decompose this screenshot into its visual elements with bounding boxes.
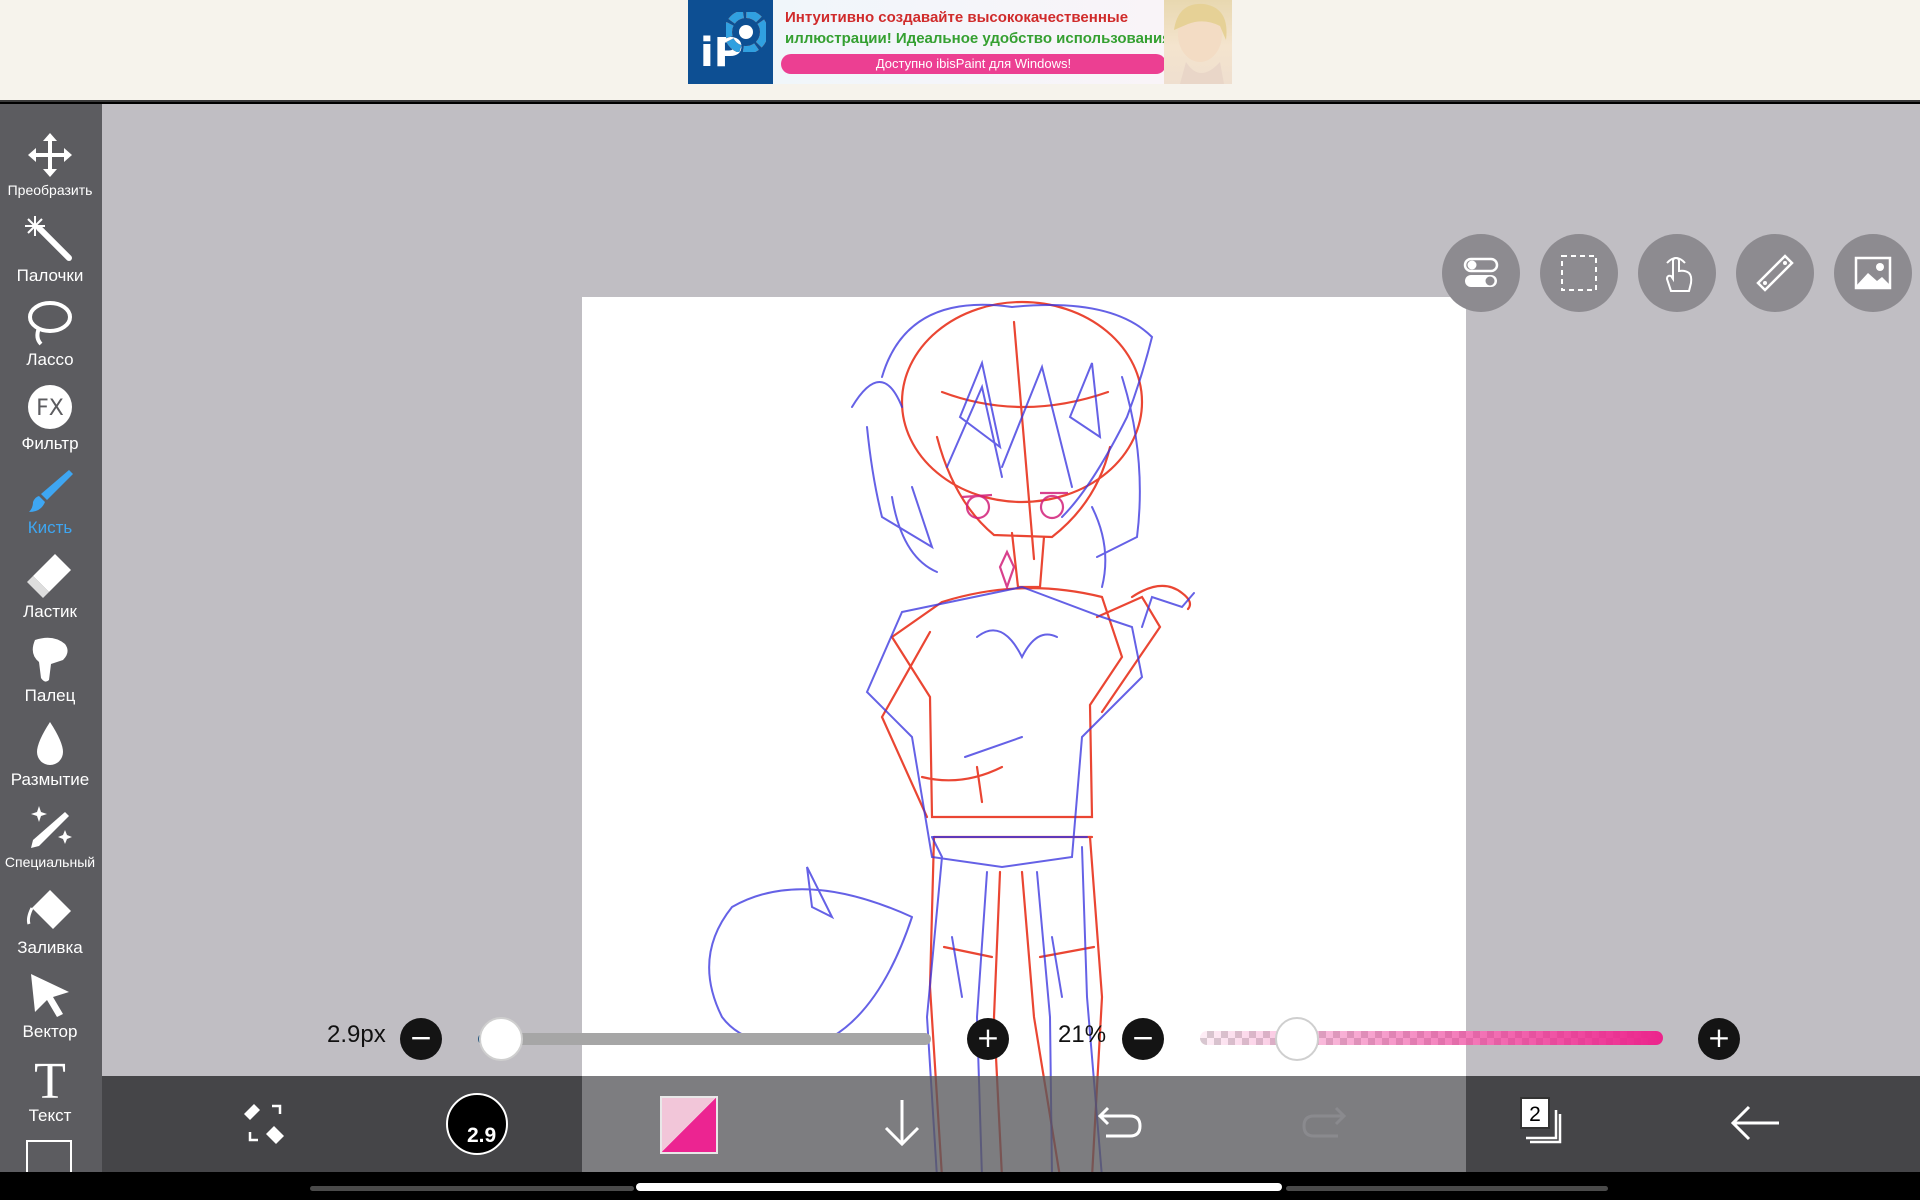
tool-blur[interactable]: Размытие bbox=[0, 718, 100, 790]
tool-label: Ластик bbox=[23, 602, 77, 621]
undo-icon bbox=[1097, 1106, 1142, 1138]
tool-label: Лассо bbox=[26, 350, 74, 369]
tool-filter[interactable]: FX Фильтр bbox=[0, 382, 100, 454]
tool-sidebar: Преобразить Палочки Лассо FX Фильтр Кист… bbox=[0, 104, 102, 1172]
canvas-workspace[interactable] bbox=[102, 104, 1920, 1200]
drawing-canvas[interactable] bbox=[582, 297, 1466, 1200]
brush-size-slider[interactable] bbox=[478, 1033, 931, 1045]
tool-fill[interactable]: Заливка bbox=[0, 886, 100, 958]
ruler-button[interactable] bbox=[1736, 234, 1814, 312]
svg-text:T: T bbox=[34, 1054, 66, 1104]
ibispaint-logo: iP bbox=[688, 0, 773, 84]
color-wheel-icon bbox=[726, 12, 766, 52]
brush-size-increase-button[interactable]: + bbox=[967, 1018, 1009, 1060]
redo-icon bbox=[1302, 1106, 1347, 1138]
tool-label: Палочки bbox=[16, 266, 84, 285]
pointing-hand-icon bbox=[1665, 256, 1693, 292]
tool-vector[interactable]: Вектор bbox=[0, 970, 100, 1042]
tool-transform[interactable]: Преобразить bbox=[0, 130, 100, 198]
download-button[interactable] bbox=[869, 1090, 935, 1156]
system-home-area bbox=[0, 1172, 1920, 1200]
tool-label: Вектор bbox=[22, 1022, 78, 1041]
ad-headline: Интуитивно создавайте высококачественные bbox=[785, 9, 1129, 26]
image-icon bbox=[1854, 256, 1892, 290]
selection-button[interactable] bbox=[1540, 234, 1618, 312]
tool-label: Палец bbox=[24, 686, 76, 705]
color-swatch-button[interactable] bbox=[660, 1096, 718, 1154]
brush-size-value: 2.9px bbox=[327, 1021, 386, 1048]
ad-subline: иллюстрации! Идеальное удобство использо… bbox=[785, 30, 1176, 47]
ad-cta-button[interactable]: Доступно ibisPaint для Windows! bbox=[781, 54, 1166, 74]
arrow-down-icon bbox=[884, 1100, 920, 1147]
move-arrows-icon bbox=[28, 133, 72, 177]
ad-bar: iP Интуитивно создавайте высококачествен… bbox=[0, 0, 1920, 102]
redo-button[interactable] bbox=[1296, 1090, 1362, 1156]
tool-label: Размытие bbox=[10, 770, 90, 789]
material-button[interactable] bbox=[1834, 234, 1912, 312]
ad-character-image bbox=[1164, 0, 1232, 84]
brush-size-decrease-button[interactable]: − bbox=[400, 1018, 442, 1060]
ad-banner[interactable]: iP Интуитивно создавайте высококачествен… bbox=[688, 0, 1232, 84]
undo-button[interactable] bbox=[1082, 1090, 1148, 1156]
home-indicator[interactable] bbox=[636, 1183, 1282, 1191]
frame-tool-icon[interactable] bbox=[26, 1140, 72, 1172]
eraser-icon bbox=[27, 554, 71, 598]
magic-wand-icon bbox=[25, 216, 72, 261]
text-tool-icon: T bbox=[34, 1054, 66, 1104]
tool-label: Преобразить bbox=[7, 182, 93, 198]
tool-magic-wand[interactable]: Палочки bbox=[0, 214, 100, 286]
opacity-decrease-button[interactable]: − bbox=[1122, 1018, 1164, 1060]
fill-bucket-icon bbox=[26, 890, 71, 929]
bottom-toolbar: 2.9 2 bbox=[102, 1076, 1920, 1172]
tool-special[interactable]: Специальный bbox=[0, 802, 100, 870]
tool-label: Фильтр bbox=[21, 434, 79, 453]
svg-text:FX: FX bbox=[36, 396, 64, 421]
special-pen-icon bbox=[31, 806, 72, 848]
blur-drop-icon bbox=[37, 722, 63, 765]
opacity-slider[interactable] bbox=[1200, 1031, 1663, 1045]
brush-icon bbox=[29, 470, 73, 512]
tool-label: Заливка bbox=[17, 938, 83, 957]
sketch-drawing bbox=[708, 300, 1195, 1199]
back-button[interactable] bbox=[1723, 1090, 1789, 1156]
opacity-increase-button[interactable]: + bbox=[1698, 1018, 1740, 1060]
touch-gesture-button[interactable] bbox=[1638, 234, 1716, 312]
layer-count: 2 bbox=[1520, 1097, 1550, 1129]
home-bar-segment bbox=[1286, 1186, 1608, 1191]
brush-size-badge: 2.9 bbox=[467, 1124, 497, 1147]
smudge-finger-icon bbox=[32, 637, 68, 682]
tool-eraser[interactable]: Ластик bbox=[0, 550, 100, 622]
home-bar-segment bbox=[310, 1186, 634, 1191]
brush-size-slider-knob[interactable] bbox=[478, 1017, 523, 1061]
tool-lasso[interactable]: Лассо bbox=[0, 298, 100, 370]
opacity-value: 21% bbox=[1058, 1021, 1107, 1048]
tool-label: Специальный bbox=[4, 854, 96, 870]
tool-label: Кисть bbox=[27, 518, 73, 537]
tool-brush[interactable]: Кисть bbox=[0, 466, 100, 538]
arrow-left-icon bbox=[1730, 1105, 1779, 1141]
tool-smudge[interactable]: Палец bbox=[0, 634, 100, 706]
opacity-slider-knob[interactable] bbox=[1275, 1017, 1320, 1061]
toggle-switch-icon bbox=[1463, 257, 1499, 287]
vector-cursor-icon bbox=[31, 974, 69, 1017]
fx-filter-icon: FX bbox=[28, 385, 72, 429]
brush-eraser-swap-icon bbox=[244, 1104, 284, 1144]
toggle-settings-button[interactable] bbox=[1442, 234, 1520, 312]
ruler-icon bbox=[1756, 254, 1794, 292]
tool-swap-button[interactable] bbox=[232, 1090, 298, 1156]
dashed-selection-icon bbox=[1561, 255, 1597, 291]
tool-text[interactable]: T Текст bbox=[0, 1054, 100, 1126]
lasso-icon bbox=[28, 301, 72, 346]
tool-label: Текст bbox=[28, 1106, 72, 1125]
